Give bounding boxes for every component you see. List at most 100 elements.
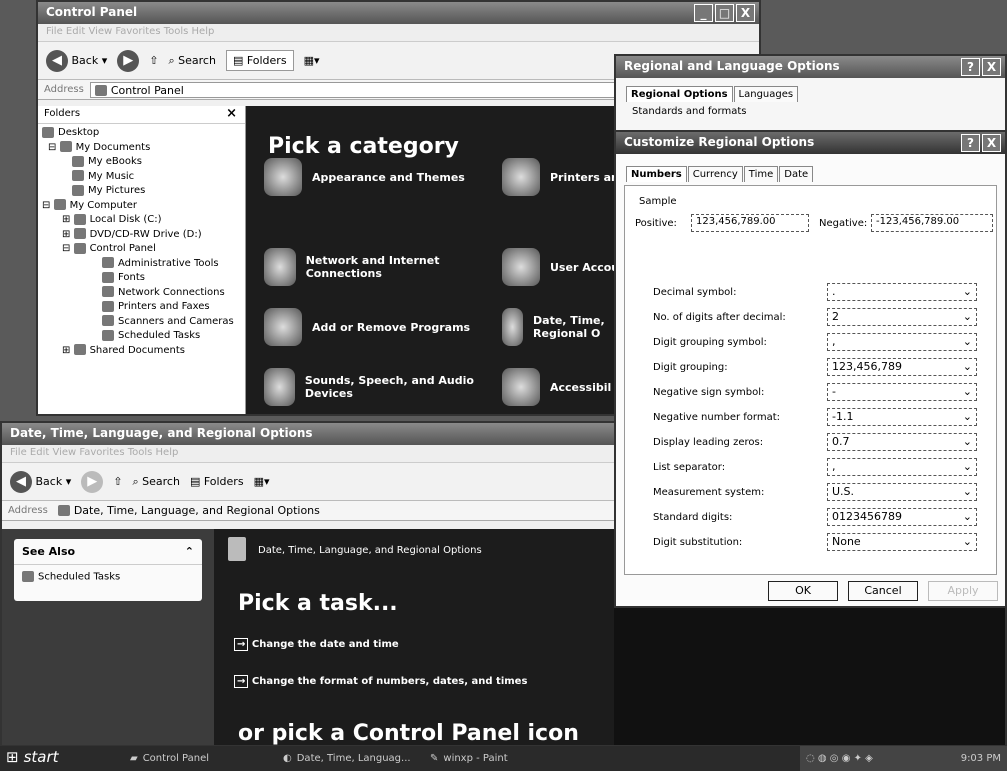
views-button[interactable]: ▦▾ bbox=[304, 54, 320, 67]
tree-item[interactable]: Administrative Tools bbox=[42, 257, 241, 272]
sample-label: Sample bbox=[639, 196, 677, 207]
tab-currency[interactable]: Currency bbox=[687, 166, 743, 182]
control-panel-icon bbox=[94, 85, 107, 96]
printer-icon bbox=[502, 158, 540, 196]
clock: 9:03 PM bbox=[960, 753, 1001, 764]
tree-item[interactable]: Printers and Faxes bbox=[42, 300, 241, 315]
setting-row: Digit grouping: 123,456,789 ⌄ bbox=[653, 357, 983, 377]
category-printers[interactable]: Printers an bbox=[502, 158, 619, 196]
tray-icons[interactable]: ◌ ◍ ◎ ◉ ✦ ◈ bbox=[806, 753, 873, 764]
link-scheduled-tasks[interactable]: Scheduled Tasks bbox=[14, 565, 202, 589]
maximize-button[interactable]: □ bbox=[715, 4, 734, 22]
list-separator-select[interactable]: , ⌄ bbox=[827, 458, 977, 476]
pick-task-heading: Pick a task... bbox=[238, 591, 398, 616]
scheduled-tasks-icon bbox=[102, 329, 114, 341]
grouping-symbol-select[interactable]: , ⌄ bbox=[827, 333, 977, 351]
tab-regional-options[interactable]: Regional Options bbox=[626, 86, 733, 102]
setting-row: Digit grouping symbol:, ⌄ bbox=[653, 332, 983, 352]
help-button[interactable]: ? bbox=[961, 134, 980, 152]
arrow-icon: → bbox=[234, 675, 249, 688]
clock-globe-icon bbox=[228, 537, 246, 561]
setting-row: No. of digits after decimal: 2 ⌄ bbox=[653, 307, 983, 327]
digits-after-decimal-select[interactable]: 2 ⌄ bbox=[827, 308, 977, 326]
setting-row: Display leading zeros: 0.7 ⌄ bbox=[653, 432, 983, 452]
forward-button[interactable]: ▶ bbox=[81, 470, 104, 493]
taskbar-item[interactable]: ✎ winxp - Paint bbox=[430, 750, 508, 767]
tree-item[interactable]: ⊟ Control Panel bbox=[42, 242, 241, 257]
up-folder-icon[interactable]: ⇧ bbox=[149, 54, 158, 67]
cancel-button[interactable]: Cancel bbox=[848, 581, 918, 601]
tree-item[interactable]: Fonts bbox=[42, 271, 241, 286]
section-header: Date, Time, Language, and Regional Optio… bbox=[258, 545, 482, 556]
digit-substitution-select[interactable]: None ⌄ bbox=[827, 533, 977, 551]
chevron-down-icon: ⌄ bbox=[962, 310, 972, 323]
tab-panel: Sample Positive: 123,456,789.00 Negative… bbox=[624, 185, 997, 575]
category-sounds[interactable]: Sounds, Speech, and Audio Devices bbox=[264, 368, 484, 406]
back-button[interactable]: ◀ Back ▾ bbox=[10, 470, 71, 493]
taskbar-item[interactable]: ▰ Control Panel bbox=[130, 750, 209, 767]
help-button[interactable]: ? bbox=[961, 58, 980, 76]
tree-item[interactable]: ⊞ DVD/CD-RW Drive (D:) bbox=[42, 228, 241, 243]
pick-icon-heading: or pick a Control Panel icon bbox=[238, 721, 579, 746]
decimal-symbol-select[interactable]: . ⌄ bbox=[827, 283, 977, 301]
negative-format-select[interactable]: -1.1 ⌄ bbox=[827, 408, 977, 426]
tree-item[interactable]: Scheduled Tasks bbox=[42, 329, 241, 344]
back-button[interactable]: ◀ Back ▾ bbox=[46, 49, 107, 72]
tree-item[interactable]: ⊞ Shared Documents bbox=[42, 344, 241, 359]
close-button[interactable]: X bbox=[982, 134, 1001, 152]
folders-button[interactable]: ▤ Folders bbox=[190, 475, 244, 488]
minimize-button[interactable]: _ bbox=[694, 4, 713, 22]
folders-button[interactable]: ▤ Folders bbox=[225, 50, 294, 71]
ok-button[interactable]: OK bbox=[768, 581, 838, 601]
appearance-icon bbox=[264, 158, 302, 196]
tree-item[interactable]: Desktop bbox=[42, 126, 241, 141]
tab-languages[interactable]: Languages bbox=[733, 86, 799, 102]
tree-item[interactable]: My Music bbox=[42, 170, 241, 185]
tree-item[interactable]: ⊟ My Computer bbox=[42, 199, 241, 214]
tree-item[interactable]: My Pictures bbox=[42, 184, 241, 199]
close-pane-button[interactable]: × bbox=[226, 106, 237, 121]
tab-numbers[interactable]: Numbers bbox=[626, 166, 687, 182]
dvd-drive-icon bbox=[73, 228, 86, 239]
close-button[interactable]: X bbox=[736, 4, 755, 22]
apply-button[interactable]: Apply bbox=[928, 581, 998, 601]
measurement-system-select[interactable]: U.S. ⌄ bbox=[827, 483, 977, 501]
clock-globe-icon: ◐ bbox=[283, 753, 292, 764]
negative-sign-select[interactable]: - ⌄ bbox=[827, 383, 977, 401]
category-users[interactable]: User Accou bbox=[502, 248, 619, 286]
tree-item[interactable]: ⊞ Local Disk (C:) bbox=[42, 213, 241, 228]
tab-date[interactable]: Date bbox=[779, 166, 814, 182]
search-button[interactable]: ⌕ Search bbox=[132, 475, 179, 489]
start-button[interactable]: ⊞ start bbox=[6, 748, 59, 766]
category-date-time[interactable]: Date, Time, Regional O bbox=[502, 308, 612, 346]
tab-time[interactable]: Time bbox=[743, 166, 779, 182]
menu-bar[interactable]: File Edit View Favorites Tools Help bbox=[38, 24, 759, 42]
chevron-down-icon: ⌄ bbox=[962, 435, 972, 448]
category-accessibility[interactable]: Accessibil bbox=[502, 368, 611, 406]
leading-zeros-select[interactable]: 0.7 ⌄ bbox=[827, 433, 977, 451]
setting-row: Decimal symbol:. ⌄ bbox=[653, 282, 983, 302]
digit-grouping-select[interactable]: 123,456,789 ⌄ bbox=[827, 358, 977, 376]
setting-row: List separator:, ⌄ bbox=[653, 457, 983, 477]
clock-globe-icon bbox=[502, 308, 524, 346]
task-change-format[interactable]: → Change the format of numbers, dates, a… bbox=[234, 675, 527, 688]
tree-item[interactable]: Network Connections bbox=[42, 286, 241, 301]
close-button[interactable]: X bbox=[982, 58, 1001, 76]
category-appearance[interactable]: Appearance and Themes bbox=[264, 158, 465, 196]
tree-item[interactable]: My eBooks bbox=[42, 155, 241, 170]
tree-item[interactable]: ⊟ My Documents bbox=[42, 141, 241, 156]
chevron-down-icon: ⌄ bbox=[962, 460, 972, 473]
category-add-remove[interactable]: Add or Remove Programs bbox=[264, 308, 470, 346]
up-folder-icon[interactable]: ⇧ bbox=[113, 475, 122, 488]
tree-item[interactable]: Scanners and Cameras bbox=[42, 315, 241, 330]
forward-button[interactable]: ▶ bbox=[117, 49, 140, 72]
task-change-date[interactable]: → Change the date and time bbox=[234, 638, 399, 651]
search-button[interactable]: ⌕ Search bbox=[168, 54, 215, 68]
category-network[interactable]: Network and Internet Connections bbox=[264, 248, 484, 286]
views-button[interactable]: ▦▾ bbox=[254, 475, 270, 488]
negative-label: Negative: bbox=[819, 218, 868, 229]
folders-pane: Folders × Desktop ⊟ My Documents My eBoo… bbox=[38, 106, 246, 414]
collapse-icon[interactable]: ⌃ bbox=[185, 545, 194, 558]
taskbar-item[interactable]: ◐ Date, Time, Languag... bbox=[283, 750, 411, 767]
standard-digits-select[interactable]: 0123456789 ⌄ bbox=[827, 508, 977, 526]
